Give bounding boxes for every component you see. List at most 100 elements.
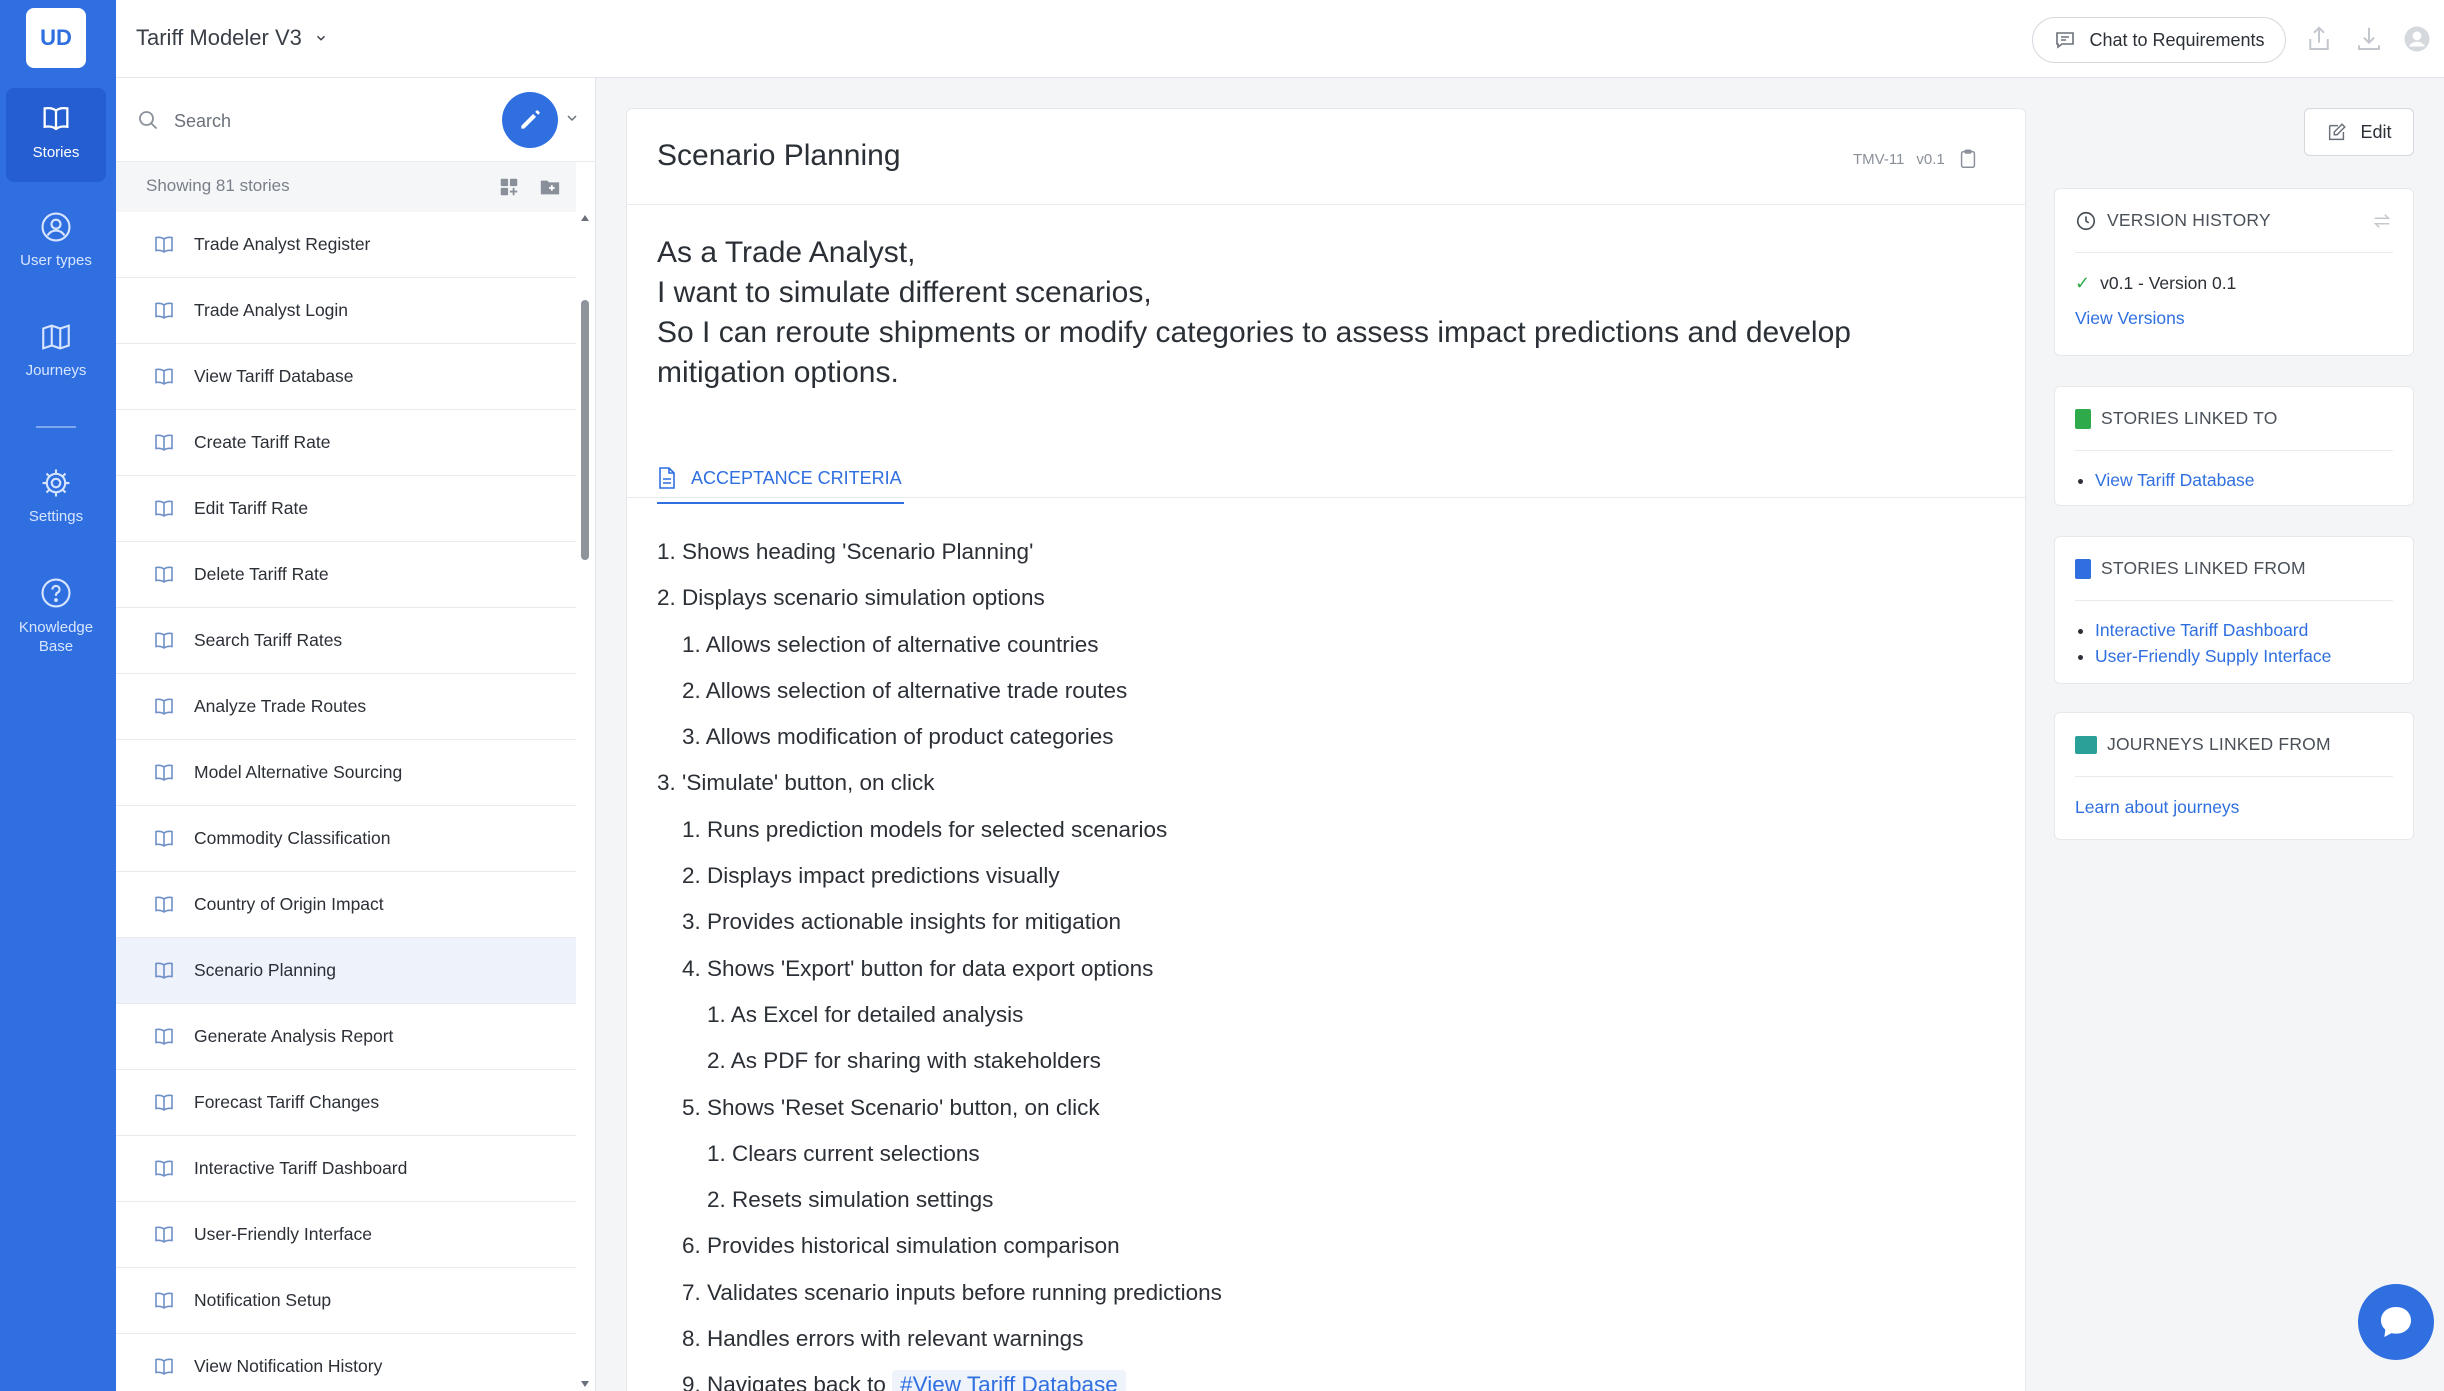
story-list-label: Model Alternative Sourcing <box>194 762 403 782</box>
story-list-label: Search Tariff Rates <box>194 630 343 650</box>
criteria-item: 3. 'Simulate' button, on click <box>657 760 1957 806</box>
book-icon <box>155 1292 173 1309</box>
rail-item-settings[interactable]: Settings <box>6 466 106 546</box>
criteria-text: As Excel for detailed analysis <box>730 1001 1024 1027</box>
story-list-item[interactable]: Forecast Tariff Changes <box>116 1070 576 1136</box>
new-story-button[interactable] <box>502 92 558 148</box>
story-list-label: Commodity Classification <box>194 828 391 848</box>
story-list-item[interactable]: Generate Analysis Report <box>116 1004 576 1070</box>
rail-item-journeys[interactable]: Journeys <box>6 320 106 400</box>
rail-item-user-types[interactable]: User types <box>6 210 106 290</box>
book-icon <box>155 566 173 583</box>
support-chat-button[interactable] <box>2358 1284 2434 1360</box>
book-icon <box>155 698 173 715</box>
project-selector[interactable]: Tariff Modeler V3 <box>136 25 328 51</box>
story-id: TMV-11 <box>1853 150 1905 168</box>
story-list-item[interactable]: Model Alternative Sourcing <box>116 740 576 806</box>
story-list-item[interactable]: View Notification History <box>116 1334 576 1391</box>
story-list-item[interactable]: Country of Origin Impact <box>116 872 576 938</box>
criteria-item: 3. Allows modification of product catego… <box>657 714 1957 760</box>
story-list-item[interactable]: Create Tariff Rate <box>116 410 576 476</box>
story-title: Scenario Planning <box>657 139 901 172</box>
view-versions-link[interactable]: View Versions <box>2075 308 2185 328</box>
book-icon <box>155 896 173 913</box>
scroll-up-icon[interactable] <box>580 214 590 222</box>
top-bar: Tariff Modeler V3 Chat to Requirements <box>116 0 2444 78</box>
story-list-item[interactable]: View Tariff Database <box>116 344 576 410</box>
story-list-item[interactable]: Interactive Tariff Dashboard <box>116 1136 576 1202</box>
story-list-item[interactable]: Delete Tariff Rate <box>116 542 576 608</box>
rail-item-knowledge-base[interactable]: Knowledge Base <box>6 576 106 676</box>
criteria-text: Provides historical simulation compariso… <box>707 1233 1120 1259</box>
book-icon <box>155 434 173 451</box>
story-list-item[interactable]: Search Tariff Rates <box>116 608 576 674</box>
story-list-item[interactable]: Scenario Planning <box>116 938 576 1004</box>
account-icon[interactable] <box>2402 24 2432 54</box>
linked-from-item[interactable]: Interactive Tariff Dashboard <box>2095 617 2393 643</box>
criteria-item: 5. Shows 'Reset Scenario' button, on cli… <box>657 1085 1957 1131</box>
clipboard-icon[interactable] <box>1957 147 1979 171</box>
story-list-item[interactable]: Analyze Trade Routes <box>116 674 576 740</box>
rail-label: Settings <box>28 508 84 525</box>
map-icon <box>2075 735 2097 754</box>
share-icon[interactable] <box>2304 24 2334 54</box>
story-list-item[interactable]: Edit Tariff Rate <box>116 476 576 542</box>
story-list-scrollbar[interactable] <box>578 212 592 1391</box>
linked-from-label[interactable]: User-Friendly Supply Interface <box>2095 646 2331 666</box>
criteria-text: Provides actionable insights for mitigat… <box>707 909 1121 935</box>
learn-about-journeys-link[interactable]: Learn about journeys <box>2075 797 2239 817</box>
version-history-header: VERSION HISTORY <box>2075 189 2393 253</box>
linked-story-label[interactable]: View Tariff Database <box>2095 470 2255 490</box>
criteria-text: Validates scenario inputs before running… <box>707 1279 1222 1305</box>
story-list-label: User-Friendly Interface <box>194 1224 372 1244</box>
gear-icon <box>42 469 70 497</box>
blue-book-icon <box>2075 558 2091 579</box>
criteria-text: Shows 'Reset Scenario' button, on click <box>707 1094 1100 1120</box>
story-list-item[interactable]: Notification Setup <box>116 1268 576 1334</box>
criteria-text: As PDF for sharing with stakeholders <box>730 1048 1101 1074</box>
criteria-text: Runs prediction models for selected scen… <box>707 816 1168 842</box>
criteria-text: Resets simulation settings <box>732 1187 994 1213</box>
story-list-item[interactable]: Trade Analyst Register <box>116 212 576 278</box>
grid-add-icon[interactable] <box>498 176 520 198</box>
criteria-number: 3. <box>657 770 676 796</box>
book-icon <box>155 1094 173 1111</box>
version-entry[interactable]: ✓ v0.1 - Version 0.1 <box>2075 273 2393 294</box>
linked-story-link[interactable]: View Tariff Database <box>2095 467 2393 493</box>
story-list-item[interactable]: Trade Analyst Login <box>116 278 576 344</box>
criteria-item: 4. Shows 'Export' button for data export… <box>657 946 1957 992</box>
journeys-linked-from-body: Learn about journeys <box>2075 777 2393 834</box>
app-logo[interactable]: UD <box>26 8 86 68</box>
story-meta: TMV-11 v0.1 <box>1853 147 1979 171</box>
book-icon <box>155 236 173 253</box>
story-list-panel: Showing 81 stories Trade Analyst Registe… <box>116 78 596 1391</box>
rail-item-stories[interactable]: Stories <box>6 88 106 182</box>
scroll-thumb[interactable] <box>581 300 589 560</box>
acceptance-criteria-list: 1. Shows heading 'Scenario Planning' 2. D… <box>657 529 1957 1391</box>
linked-from-item[interactable]: User-Friendly Supply Interface <box>2095 643 2393 669</box>
story-count-bar: Showing 81 stories <box>116 162 576 212</box>
criteria-text: 'Simulate' button, on click <box>682 770 935 796</box>
story-reference-link[interactable]: #View Tariff Database <box>892 1370 1126 1391</box>
story-list-item[interactable]: User-Friendly Interface <box>116 1202 576 1268</box>
help-icon <box>41 578 71 608</box>
scroll-down-icon[interactable] <box>580 1380 590 1388</box>
swap-icon[interactable] <box>2371 210 2393 232</box>
chevron-down-icon[interactable] <box>564 110 580 126</box>
story-list-label: Trade Analyst Login <box>194 300 349 320</box>
chat-to-requirements-button[interactable]: Chat to Requirements <box>2032 17 2286 63</box>
rail-label: Knowledge Base <box>18 619 94 655</box>
story-list-item[interactable]: Commodity Classification <box>116 806 576 872</box>
download-icon[interactable] <box>2354 24 2384 54</box>
story-list-label: Analyze Trade Routes <box>194 696 367 716</box>
linked-from-label[interactable]: Interactive Tariff Dashboard <box>2095 620 2308 640</box>
criteria-item: 1. As Excel for detailed analysis <box>657 992 1957 1038</box>
folder-add-icon[interactable] <box>538 176 562 198</box>
search-input[interactable] <box>174 104 474 138</box>
stories-linked-from-body: Interactive Tariff Dashboard User-Friend… <box>2075 601 2393 685</box>
edit-button[interactable]: Edit <box>2304 108 2414 156</box>
criteria-number: 1. <box>682 816 701 842</box>
story-version: v0.1 <box>1916 150 1945 168</box>
criteria-text: Handles errors with relevant warnings <box>707 1326 1084 1352</box>
check-icon: ✓ <box>2075 273 2091 293</box>
